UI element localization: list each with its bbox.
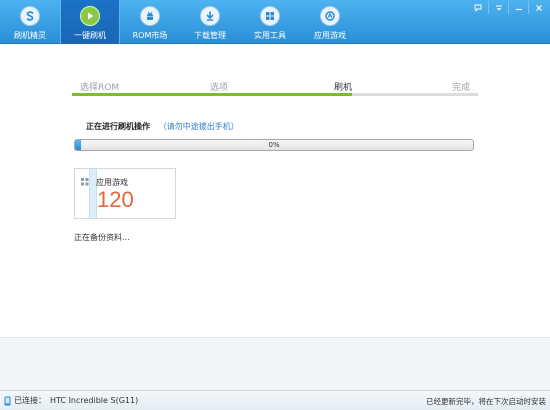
step-complete: 完成 [452, 83, 471, 93]
backup-status-message: 正在备份资料... [74, 233, 130, 242]
connected-label: 已连接： [14, 396, 46, 405]
minimize-button[interactable] [508, 1, 528, 14]
backup-item-card: 应用游戏 120 [74, 168, 176, 219]
step-flash: 刷机 [334, 83, 353, 93]
phone-icon [4, 396, 11, 406]
window-controls [468, 1, 548, 14]
tab-label: 应用游戏 [314, 31, 346, 40]
feedback-button[interactable] [468, 1, 488, 14]
feedback-icon [474, 4, 482, 12]
card-count: 120 [97, 187, 134, 212]
step-options: 选项 [210, 83, 229, 93]
tab-one-click-flash[interactable]: 一键刷机 [60, 0, 120, 44]
tab-utilities[interactable]: 实用工具 [240, 0, 300, 44]
tab-label: 下载管理 [194, 31, 226, 40]
minimize-icon [515, 4, 523, 12]
tools-grid-icon [260, 6, 280, 26]
download-icon [200, 6, 220, 26]
play-icon [80, 6, 100, 26]
menu-icon [495, 4, 503, 12]
bottom-panel [0, 337, 550, 390]
step-progress-fill [72, 93, 353, 96]
flash-progress-text: 0% [268, 141, 280, 149]
tab-app-games[interactable]: 应用游戏 [300, 0, 360, 44]
tab-download-manager[interactable]: 下载管理 [180, 0, 240, 44]
step-progress-track [72, 93, 478, 96]
close-button[interactable] [528, 1, 548, 14]
menu-button[interactable] [488, 1, 508, 14]
tab-label: 实用工具 [254, 31, 286, 40]
android-icon [140, 6, 160, 26]
tab-label: ROM市场 [132, 31, 168, 40]
close-icon [535, 4, 543, 12]
operation-title-text: 正在进行刷机操作 [86, 122, 150, 131]
app-store-icon [320, 6, 340, 26]
apps-grid-icon [80, 177, 90, 187]
step-select-rom: 选择ROM [80, 83, 120, 93]
main-content: 选择ROM 选项 刷机 完成 正在进行刷机操作 （请勿中途拔出手机） 0% 应用… [0, 45, 550, 390]
tab-flash-wizard[interactable]: 刷机精灵 [0, 0, 60, 44]
device-name: HTC Incredible S(G11) [50, 396, 139, 405]
operation-note: （请勿中途拔出手机） [158, 122, 239, 131]
connection-status: 已连接： HTC Incredible S(G11) [4, 395, 138, 406]
tab-label: 一键刷机 [74, 31, 106, 40]
operation-title: 正在进行刷机操作 （请勿中途拔出手机） [86, 121, 239, 132]
step-indicator: 选择ROM 选项 刷机 完成 [72, 80, 478, 100]
tab-label: 刷机精灵 [14, 31, 46, 40]
top-navigation-bar: 刷机精灵 一键刷机 ROM市场 下载管理 实用工具 应用游戏 [0, 0, 550, 44]
nav-tabs: 刷机精灵 一键刷机 ROM市场 下载管理 实用工具 应用游戏 [0, 0, 360, 44]
update-message: 已经更新完毕，将在下次启动时安装 [426, 397, 546, 406]
tab-rom-market[interactable]: ROM市场 [120, 0, 180, 44]
status-bar: 已连接： HTC Incredible S(G11) 已经更新完毕，将在下次启动… [0, 390, 550, 410]
logo-icon [20, 6, 40, 26]
flash-progress-bar: 0% [74, 139, 474, 151]
